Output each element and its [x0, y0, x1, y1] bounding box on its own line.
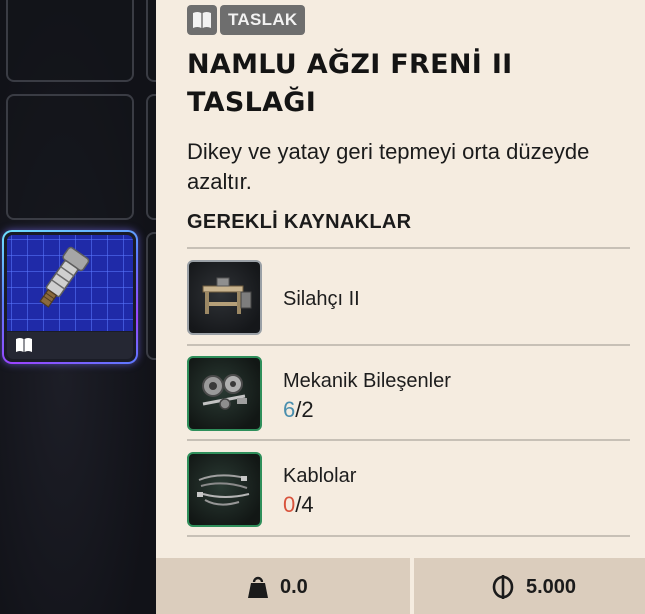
item-stats-bar: 0.0 5.000 — [156, 558, 645, 614]
inventory-slot[interactable] — [146, 0, 156, 82]
weight-stat: 0.0 — [246, 575, 308, 599]
cables-icon — [187, 452, 262, 527]
mechanical-parts-icon — [187, 356, 262, 431]
book-icon — [187, 5, 217, 35]
resource-count: 6/2 — [283, 397, 314, 423]
weight-value: 0.0 — [280, 575, 308, 598]
inventory-slot[interactable] — [6, 94, 134, 220]
coin-icon — [492, 575, 514, 599]
inventory-slot[interactable] — [146, 232, 156, 360]
inventory-grid — [0, 0, 156, 614]
blueprint-badge: TASLAK — [187, 5, 306, 35]
resource-required-count: /4 — [295, 492, 314, 517]
price-stat: 5.000 — [492, 575, 576, 599]
resource-owned-count: 0 — [283, 492, 296, 517]
divider — [187, 439, 630, 441]
item-description: Dikey ve yatay geri tepmeyi orta düzeyde… — [187, 139, 590, 194]
required-resources-heading: GEREKLİ KAYNAKLAR — [187, 211, 412, 233]
item-detail-panel: TASLAK NAMLU AĞZI FRENİ II TASLAĞI Dikey… — [156, 0, 645, 614]
workbench-icon — [187, 260, 262, 335]
resource-required-count: /2 — [295, 397, 314, 422]
blueprint-thumbnail — [7, 235, 133, 331]
muzzle-brake-icon — [39, 246, 90, 308]
divider — [410, 558, 414, 614]
resource-owned-count: 6 — [283, 397, 296, 422]
weight-icon — [248, 576, 268, 598]
resource-name: Kablolar — [283, 465, 357, 487]
divider — [187, 344, 630, 346]
book-icon — [16, 338, 32, 352]
inventory-slot[interactable] — [146, 94, 156, 220]
resource-count: 0/4 — [283, 492, 314, 518]
item-title: NAMLU AĞZI FRENİ II TASLAĞI — [187, 49, 513, 118]
resource-name: Silahçı II — [283, 288, 360, 310]
divider — [187, 535, 630, 537]
divider — [187, 247, 630, 249]
badge-label: TASLAK — [220, 5, 306, 35]
inventory-slot[interactable] — [6, 0, 134, 82]
resource-name: Mekanik Bileşenler — [283, 370, 451, 392]
price-value: 5.000 — [526, 575, 577, 598]
selected-inventory-slot[interactable] — [2, 230, 138, 364]
